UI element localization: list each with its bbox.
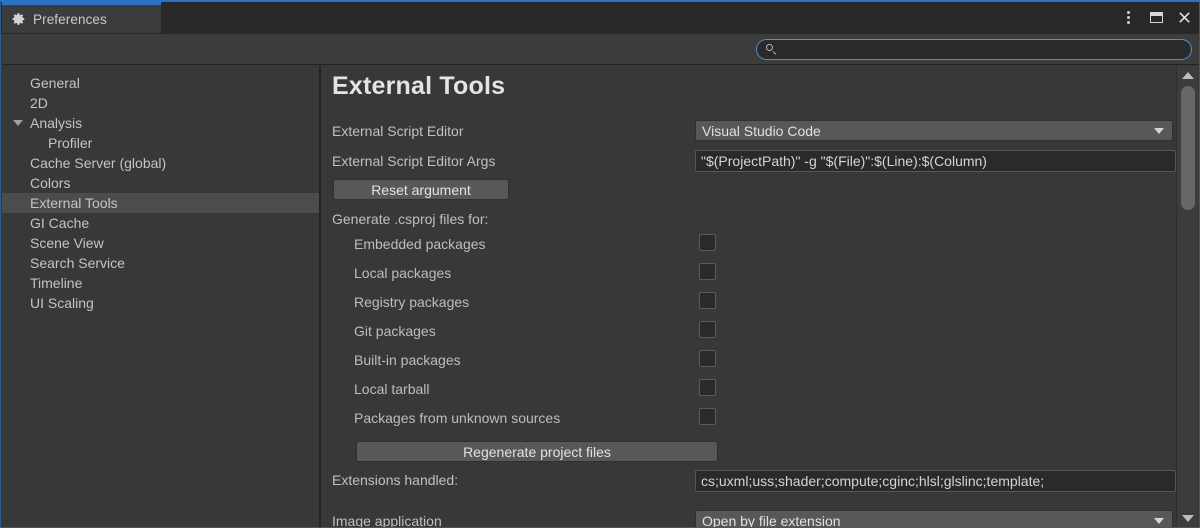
sidebar-item-label: General (30, 75, 80, 91)
sidebar-item-analysis[interactable]: Analysis (2, 113, 319, 133)
sidebar-item-label: Scene View (30, 235, 104, 251)
label-extensions-handled: Extensions handled: (332, 472, 459, 488)
label-registry-packages: Registry packages (354, 294, 470, 310)
label-image-application: Image application (332, 513, 442, 528)
chevron-down-icon (1154, 517, 1164, 524)
title-bar: Preferences (1, 2, 1199, 34)
tab-label: Preferences (33, 11, 107, 27)
checkbox-local-tarball[interactable] (699, 379, 716, 396)
sidebar-item-2d[interactable]: 2D (2, 93, 319, 113)
search-field[interactable] (756, 39, 1192, 60)
label-local-packages: Local packages (354, 265, 452, 281)
sidebar-item-label: Timeline (30, 275, 83, 291)
settings-sidebar[interactable]: General 2D Analysis Profiler Cache Server (g… (2, 66, 319, 527)
sidebar-item-scene-view[interactable]: Scene View (2, 233, 319, 253)
window-controls (1115, 2, 1197, 33)
label-external-script-editor: External Script Editor (332, 123, 464, 139)
sidebar-item-colors[interactable]: Colors (2, 173, 319, 193)
scrollbar-thumb[interactable] (1181, 86, 1195, 210)
sidebar-item-cache-server-global[interactable]: Cache Server (global) (2, 153, 319, 173)
sidebar-item-label: Analysis (30, 115, 83, 131)
sidebar-item-ui-scaling[interactable]: UI Scaling (2, 293, 319, 313)
tab-preferences[interactable]: Preferences (2, 2, 161, 33)
sidebar-item-label: Cache Server (global) (30, 155, 167, 171)
checkbox-registry-packages[interactable] (699, 292, 716, 309)
sidebar-item-label: GI Cache (30, 215, 90, 231)
page-title: External Tools (332, 72, 506, 100)
external-script-editor-args-field[interactable]: "$(ProjectPath)" -g "$(File)":$(Line):$(… (695, 150, 1176, 172)
label-git-packages: Git packages (354, 323, 436, 339)
checkbox-packages-from-unknown-sources[interactable] (699, 408, 716, 425)
image-application-value: Open by file extension (702, 512, 841, 528)
checkbox-local-packages[interactable] (699, 263, 716, 280)
sidebar-item-label: 2D (30, 95, 48, 111)
sidebar-item-label: External Tools (30, 195, 118, 211)
reset-argument-button[interactable]: Reset argument (333, 179, 509, 200)
sidebar-item-search-service[interactable]: Search Service (2, 253, 319, 273)
chevron-down-icon (1154, 127, 1164, 134)
external-script-editor-value: Visual Studio Code (702, 122, 821, 139)
maximize-icon[interactable] (1143, 5, 1169, 31)
search-icon (766, 44, 777, 55)
checkbox-git-packages[interactable] (699, 321, 716, 338)
sidebar-item-label: Search Service (30, 255, 125, 271)
settings-content-panel: External Tools External Script Editor Vi… (321, 66, 1176, 528)
gear-icon (12, 12, 26, 26)
regenerate-project-files-button[interactable]: Regenerate project files (356, 441, 718, 462)
search-bar-row (2, 34, 1199, 65)
preferences-window: Preferences General 2D Analysis Profiler Cac… (0, 0, 1200, 528)
sidebar-item-external-tools[interactable]: External Tools (2, 193, 319, 213)
extensions-handled-field[interactable]: cs;uxml;uss;shader;compute;cginc;hlsl;gl… (695, 470, 1176, 492)
label-local-tarball: Local tarball (354, 381, 430, 397)
sidebar-item-profiler[interactable]: Profiler (2, 133, 319, 153)
close-icon[interactable] (1171, 5, 1197, 31)
sidebar-item-label: Profiler (48, 135, 93, 151)
label-built-in-packages: Built-in packages (354, 352, 461, 368)
label-generate-csproj: Generate .csproj files for: (332, 211, 489, 227)
external-script-editor-args-value: "$(ProjectPath)" -g "$(File)":$(Line):$(… (701, 153, 987, 169)
sidebar-item-timeline[interactable]: Timeline (2, 273, 319, 293)
scroll-up-icon[interactable] (1182, 72, 1194, 79)
expand-triangle-icon[interactable] (13, 120, 23, 126)
search-input[interactable] (783, 42, 1163, 57)
sidebar-item-gi-cache[interactable]: GI Cache (2, 213, 319, 233)
more-vertical-icon[interactable] (1115, 5, 1141, 31)
sidebar-item-general[interactable]: General (2, 73, 319, 93)
label-embedded-packages: Embedded packages (354, 236, 486, 252)
label-external-script-editor-args: External Script Editor Args (332, 153, 496, 169)
checkbox-built-in-packages[interactable] (699, 350, 716, 367)
sidebar-item-label: UI Scaling (30, 295, 94, 311)
scroll-down-icon[interactable] (1182, 515, 1194, 522)
content-scrollbar[interactable] (1176, 66, 1198, 527)
external-script-editor-dropdown[interactable]: Visual Studio Code (695, 120, 1173, 141)
extensions-handled-value: cs;uxml;uss;shader;compute;cginc;hlsl;gl… (701, 473, 1045, 489)
label-packages-from-unknown-sources: Packages from unknown sources (354, 410, 561, 426)
checkbox-embedded-packages[interactable] (699, 234, 716, 251)
image-application-dropdown[interactable]: Open by file extension (695, 510, 1173, 528)
sidebar-item-label: Colors (30, 175, 71, 191)
